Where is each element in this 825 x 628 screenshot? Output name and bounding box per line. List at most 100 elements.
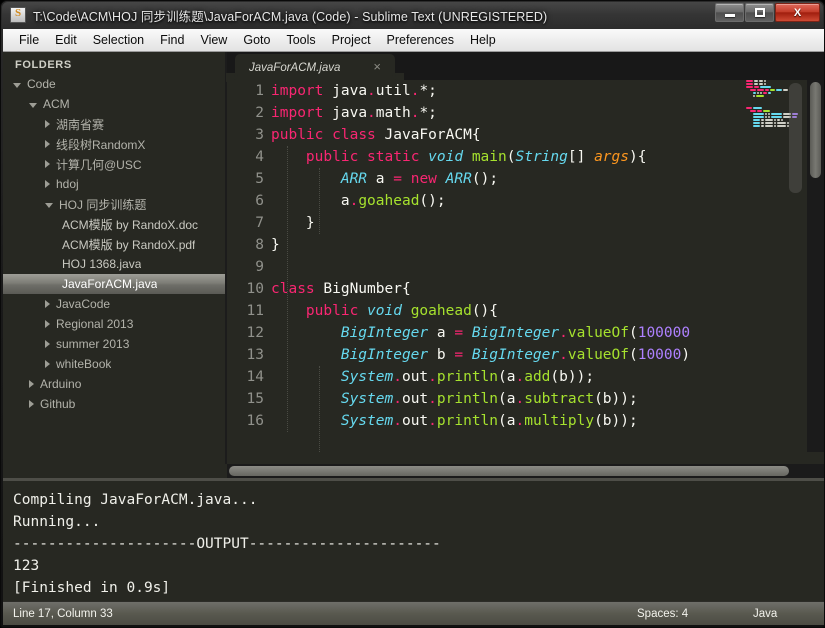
- minimap-token: [746, 80, 753, 82]
- sidebar-item-file[interactable]: ACM模版 by RandoX.pdf: [3, 234, 225, 254]
- chevron-right-icon[interactable]: [29, 380, 34, 388]
- menu-item-goto[interactable]: Goto: [235, 31, 278, 49]
- code-line[interactable]: }: [271, 212, 824, 234]
- vertical-scrollbar-thumb[interactable]: [810, 82, 821, 178]
- console-line: 123: [13, 558, 40, 574]
- editor-horizontal-scrollbar[interactable]: [227, 464, 824, 478]
- chevron-down-icon[interactable]: [45, 202, 53, 208]
- code-line[interactable]: public void goahead(){: [271, 300, 824, 322]
- code-line[interactable]: }: [271, 234, 824, 256]
- line-number: 13: [246, 347, 264, 363]
- main-area: FOLDERS Code ACM 湖南省赛 线段树RandomX 计算几何@USC hdo…: [3, 52, 824, 601]
- code-line[interactable]: a.goahead();: [271, 190, 824, 212]
- tab-javaforacm-java[interactable]: JavaForACM.java ×: [226, 54, 404, 82]
- code-line[interactable]: public class JavaForACM{: [271, 124, 824, 146]
- sidebar-item-folder[interactable]: summer 2013: [3, 334, 225, 354]
- sidebar-item-label: Arduino: [40, 377, 82, 391]
- chevron-right-icon[interactable]: [29, 400, 34, 408]
- tab-label: JavaForACM.java: [249, 62, 341, 74]
- syntax-status[interactable]: Java: [753, 608, 777, 620]
- code-line[interactable]: public static void main(String[] args){: [271, 146, 824, 168]
- tab-close-icon[interactable]: ×: [373, 60, 381, 74]
- sidebar-item-folder[interactable]: HOJ 同步训练题: [3, 194, 225, 214]
- menu-item-edit[interactable]: Edit: [47, 31, 85, 49]
- maximize-button[interactable]: [745, 3, 774, 22]
- sidebar-item-folder[interactable]: hdoj: [3, 174, 225, 194]
- minimap-token: [757, 92, 760, 94]
- chevron-right-icon[interactable]: [45, 320, 50, 328]
- minimap[interactable]: [744, 80, 806, 452]
- chevron-down-icon[interactable]: [13, 82, 21, 88]
- minimap-token: [765, 119, 773, 121]
- sidebar-item-folder[interactable]: Code: [3, 74, 225, 94]
- chevron-right-icon[interactable]: [45, 120, 50, 128]
- code-line[interactable]: BigInteger b = BigInteger.valueOf(10000): [271, 344, 824, 366]
- chevron-right-icon[interactable]: [45, 140, 50, 148]
- close-icon: X: [793, 6, 802, 19]
- sidebar-item-folder[interactable]: Arduino: [3, 374, 225, 394]
- menu-item-find[interactable]: Find: [152, 31, 192, 49]
- menu-item-help[interactable]: Help: [462, 31, 504, 49]
- sidebar-item-folder[interactable]: Github: [3, 394, 225, 414]
- editor-vertical-scrollbar[interactable]: [807, 80, 824, 452]
- minimap-token: [765, 116, 768, 118]
- cursor-position-status[interactable]: Line 17, Column 33: [13, 608, 113, 620]
- minimap-token: [753, 92, 757, 94]
- chevron-right-icon[interactable]: [45, 300, 50, 308]
- chevron-right-icon[interactable]: [45, 180, 50, 188]
- sidebar-item-file[interactable]: ACM模版 by RandoX.doc: [3, 214, 225, 234]
- minimap-token: [764, 83, 767, 85]
- sidebar-item-label: Code: [27, 77, 56, 91]
- code-line[interactable]: class BigNumber{: [271, 278, 824, 300]
- chevron-right-icon[interactable]: [45, 160, 50, 168]
- build-output-panel[interactable]: Compiling JavaForACM.java... Running... --…: [3, 478, 824, 601]
- minimap-token: [776, 125, 786, 127]
- menu-item-view[interactable]: View: [192, 31, 235, 49]
- menu-item-project[interactable]: Project: [324, 31, 379, 49]
- sidebar-item-folder[interactable]: 计算几何@USC: [3, 154, 225, 174]
- line-number: 1: [255, 83, 264, 99]
- menu-item-file[interactable]: File: [11, 31, 47, 49]
- minimap-token: [757, 89, 764, 91]
- sidebar-item-label: 计算几何@USC: [56, 157, 142, 172]
- sidebar-item-label: HOJ 1368.java: [62, 257, 142, 271]
- minimap-token: [753, 95, 756, 97]
- minimize-button[interactable]: [715, 3, 744, 22]
- window-title: T:\Code\ACM\HOJ 同步训练题\JavaForACM.java (C…: [33, 9, 548, 24]
- sidebar-item-folder[interactable]: whiteBook: [3, 354, 225, 374]
- code-line[interactable]: import java.util.*;: [271, 80, 824, 102]
- minimap-token: [765, 122, 773, 124]
- code-line[interactable]: ARR a = new ARR();: [271, 168, 824, 190]
- chevron-right-icon[interactable]: [45, 340, 50, 348]
- close-button[interactable]: X: [775, 3, 820, 22]
- code-line[interactable]: System.out.println(a.subtract(b));: [271, 388, 824, 410]
- minimap-token: [752, 107, 763, 109]
- sidebar-item-folder[interactable]: Regional 2013: [3, 314, 225, 334]
- horizontal-scrollbar-thumb[interactable]: [229, 466, 789, 476]
- code-line[interactable]: System.out.println(a.add(b));: [271, 366, 824, 388]
- sidebar-item-file[interactable]: HOJ 1368.java: [3, 254, 225, 274]
- code-area[interactable]: 1 2 3 4 5 6 7 8 9 10 11 12 13 14 15 16 import java.util…: [227, 80, 824, 452]
- code-line[interactable]: import java.math.*;: [271, 102, 824, 124]
- line-number: 15: [246, 391, 264, 407]
- sidebar-item-folder[interactable]: 线段树RandomX: [3, 134, 225, 154]
- menu-item-preferences[interactable]: Preferences: [379, 31, 462, 49]
- sidebar-item-folder[interactable]: JavaCode: [3, 294, 225, 314]
- minimap-token: [775, 89, 783, 91]
- sidebar-item-label: Regional 2013: [56, 317, 134, 331]
- menu-item-selection[interactable]: Selection: [85, 31, 152, 49]
- chevron-down-icon[interactable]: [29, 102, 37, 108]
- minimap-token: [753, 113, 765, 115]
- sidebar-item-file[interactable]: JavaForACM.java: [3, 274, 225, 294]
- indentation-status[interactable]: Spaces: 4: [637, 608, 688, 620]
- code-line[interactable]: BigInteger a = BigInteger.valueOf(100000: [271, 322, 824, 344]
- code-lines[interactable]: import java.util.*; import java.math.*; pu…: [271, 80, 824, 452]
- sidebar-item-folder[interactable]: 湖南省赛: [3, 114, 225, 134]
- sidebar-item-folder[interactable]: ACM: [3, 94, 225, 114]
- chevron-right-icon[interactable]: [45, 360, 50, 368]
- code-line[interactable]: [271, 256, 824, 278]
- menu-item-tools[interactable]: Tools: [278, 31, 323, 49]
- console-line: Compiling JavaForACM.java...: [13, 492, 258, 508]
- code-line[interactable]: System.out.println(a.multiply(b));: [271, 410, 824, 432]
- minimap-viewport[interactable]: [789, 83, 802, 193]
